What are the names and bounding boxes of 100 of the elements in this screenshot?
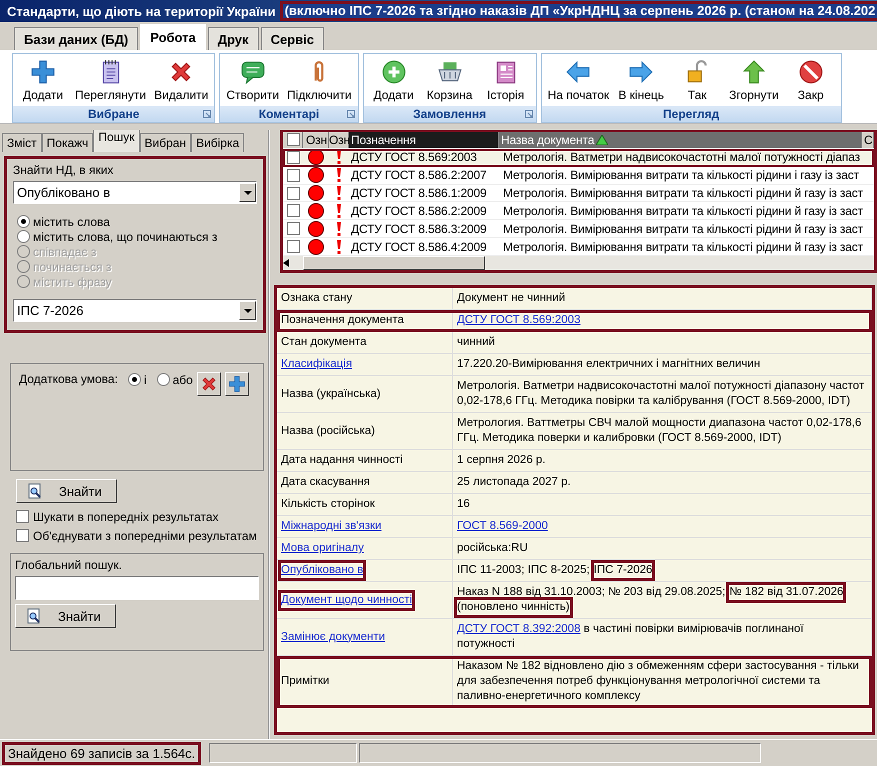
checkbox-option[interactable]: Шукати в попередніх результатах	[16, 507, 268, 526]
toolbar-button[interactable]: Історія	[478, 56, 534, 104]
magnifier-document-icon	[27, 483, 43, 499]
toolbar-button[interactable]: Додати	[366, 56, 422, 104]
toolbar-button[interactable]: Корзина	[422, 56, 478, 104]
status-dot-icon	[308, 185, 324, 202]
toolbar-button[interactable]: Підключити	[283, 56, 356, 104]
field-label: Стан документа	[281, 335, 366, 350]
field-label: Глобальний пошук.	[15, 558, 123, 572]
table-cell-text: ДСТУ ГОСТ 8.586.4:2009	[350, 240, 488, 254]
doc-link[interactable]: ДСТУ ГОСТ 8.392:2008	[457, 623, 580, 635]
group-title: Вибране	[88, 107, 140, 121]
header-checkbox[interactable]	[287, 133, 300, 146]
ribbon-tab[interactable]: Бази даних (БД)	[14, 27, 138, 50]
column-header[interactable]: Озн	[303, 132, 329, 148]
ribbon-tab[interactable]: Робота	[140, 24, 206, 50]
search-input[interactable]	[15, 576, 259, 600]
radio-button[interactable]	[128, 373, 141, 386]
row-checkbox[interactable]	[286, 168, 300, 182]
field-link[interactable]: Замінює документи	[281, 630, 386, 644]
toolbar-button[interactable]: Видалити	[150, 56, 212, 104]
value-text: російська:RU	[457, 542, 528, 554]
radio-option[interactable]: і	[128, 372, 147, 387]
sort-ascending-icon	[596, 134, 608, 145]
table-cell-text: ДСТУ ГОСТ 8.569:2003	[350, 150, 478, 164]
status-dot-icon	[308, 220, 324, 237]
toolbar-button[interactable]: Згорнути	[725, 56, 783, 104]
field-link[interactable]: Опубліковано в	[281, 563, 364, 578]
radio-button[interactable]	[156, 373, 170, 386]
magnifier-document-icon	[26, 608, 42, 624]
field-link[interactable]: Класифікація	[281, 357, 352, 372]
cross-icon	[200, 375, 218, 393]
table-cell-text: ДСТУ ГОСТ 8.586.1:2009	[350, 186, 488, 200]
toolbar-button[interactable]: На початок	[544, 56, 614, 104]
exclamation-icon	[336, 186, 342, 200]
toolbar-button[interactable]: В кінець	[613, 56, 670, 104]
exclamation-icon	[336, 204, 342, 218]
selected-row[interactable]: ДСТУ ГОСТ 8.569:2003 Метрологія. Ватметри надвисокочастотні малої потужності діапаз	[283, 148, 874, 167]
status-text: Знайдено 69 записів за 1.564с.	[2, 742, 202, 764]
scroll-left-icon	[283, 259, 289, 267]
panel-tab[interactable]: Вибран	[140, 133, 192, 152]
exclamation-icon	[336, 168, 342, 182]
table-cell-text: ДСТУ ГОСТ 8.586.2:2007	[350, 168, 488, 182]
value-text: ІПС 11-2003; ІПС 8-2025;	[457, 564, 590, 576]
row-checkbox[interactable]	[286, 150, 300, 164]
ribbon-tab[interactable]: Друк	[208, 27, 259, 50]
radio-option[interactable]: містить слова, що починаються з	[17, 229, 253, 244]
table-cell-text: Метрологія. Вимірювання витрати та кількості рідини й газу із заст	[502, 186, 864, 200]
status-dot-icon	[308, 238, 324, 255]
row-checkbox[interactable]	[286, 240, 300, 254]
field-label: Назва (українська)	[281, 386, 381, 402]
title-note: (включно ІПС 7-2026 та згідно наказів ДП «УкрНДНЦ за серпень 2026 р. (станом на 24.08.202	[280, 1, 877, 21]
table-cell-text: Метрологія. Вимірювання витрати та кількості рідини і газу із заст	[502, 168, 860, 182]
horizontal-scrollbar[interactable]	[283, 256, 874, 270]
column-header[interactable]: С	[862, 132, 874, 148]
dropdown-field[interactable]: ІПС 7-2026	[13, 299, 257, 322]
value-text: 16	[457, 498, 470, 510]
find-button[interactable]: Знайти	[15, 604, 116, 628]
field-label: Знайти НД, в яких	[13, 163, 114, 177]
status-dot-icon	[308, 167, 324, 184]
row-checkbox[interactable]	[286, 222, 300, 236]
toolbar-button[interactable]: Додати	[15, 56, 71, 104]
toolbar-button[interactable]: Переглянути	[71, 56, 150, 104]
toolbar-button[interactable]: Так	[669, 56, 726, 104]
column-header[interactable]: Назва документа	[499, 132, 862, 148]
add-condition-button[interactable]	[224, 372, 249, 396]
doc-link[interactable]: ГОСТ 8.569-2000	[457, 520, 548, 532]
panel-tab[interactable]: Пошук	[93, 130, 140, 152]
dropdown-field[interactable]: Опубліковано в	[13, 181, 257, 204]
table-cell-text: Метрологія. Вимірювання витрати та кількості рідини й газу із заст	[502, 204, 864, 218]
value-text: ДСТУ ГОСТ 8.392:2008 в частині повірки вимірювачів поглинаної потужності	[457, 623, 804, 650]
panel-tab[interactable]: Зміст	[2, 133, 42, 152]
checkbox-option[interactable]: Об'єднувати з попередніми результатам	[16, 526, 268, 545]
panel-tab[interactable]: Покажч	[42, 133, 94, 152]
field-label: Дата скасування	[281, 475, 370, 490]
find-button[interactable]: Знайти	[16, 479, 117, 503]
plus-icon	[30, 58, 56, 84]
dialog-launcher-icon	[203, 110, 212, 118]
row-checkbox[interactable]	[286, 204, 300, 218]
panel-tab[interactable]: Вибірка	[191, 133, 244, 152]
radio-option[interactable]: містить слова	[17, 214, 253, 229]
column-header[interactable]: Позначення	[349, 132, 499, 148]
left-arrow-icon	[565, 58, 592, 84]
radio-button[interactable]	[17, 230, 30, 243]
doc-link[interactable]: ДСТУ ГОСТ 8.569:2003	[457, 314, 580, 326]
status-dot-icon	[308, 202, 324, 219]
radio-option[interactable]: або	[156, 372, 193, 387]
toolbar-button[interactable]: Створити	[222, 56, 284, 104]
row-checkbox[interactable]	[286, 186, 300, 200]
field-label: Додаткова умова:	[19, 372, 118, 386]
toolbar-button[interactable]: Закр	[782, 56, 839, 104]
field-link[interactable]: Мова оригіналу	[281, 541, 364, 556]
dialog-launcher-icon	[346, 110, 355, 118]
field-link[interactable]: Міжнародні зв'язки	[281, 519, 382, 534]
ribbon-tab[interactable]: Сервіс	[260, 27, 324, 50]
exclamation-icon	[336, 240, 342, 254]
remove-condition-button[interactable]	[196, 372, 221, 396]
value-text: Метрология. Ваттметры СВЧ малой мощности диапазона частот 0,02-178,6 ГГц. Методика поверки и калибровки (ГОСТ 8.569-2000, IDT)	[457, 417, 862, 444]
radio-button[interactable]	[17, 215, 30, 228]
field-link[interactable]: Документ щодо чинності	[281, 592, 412, 608]
